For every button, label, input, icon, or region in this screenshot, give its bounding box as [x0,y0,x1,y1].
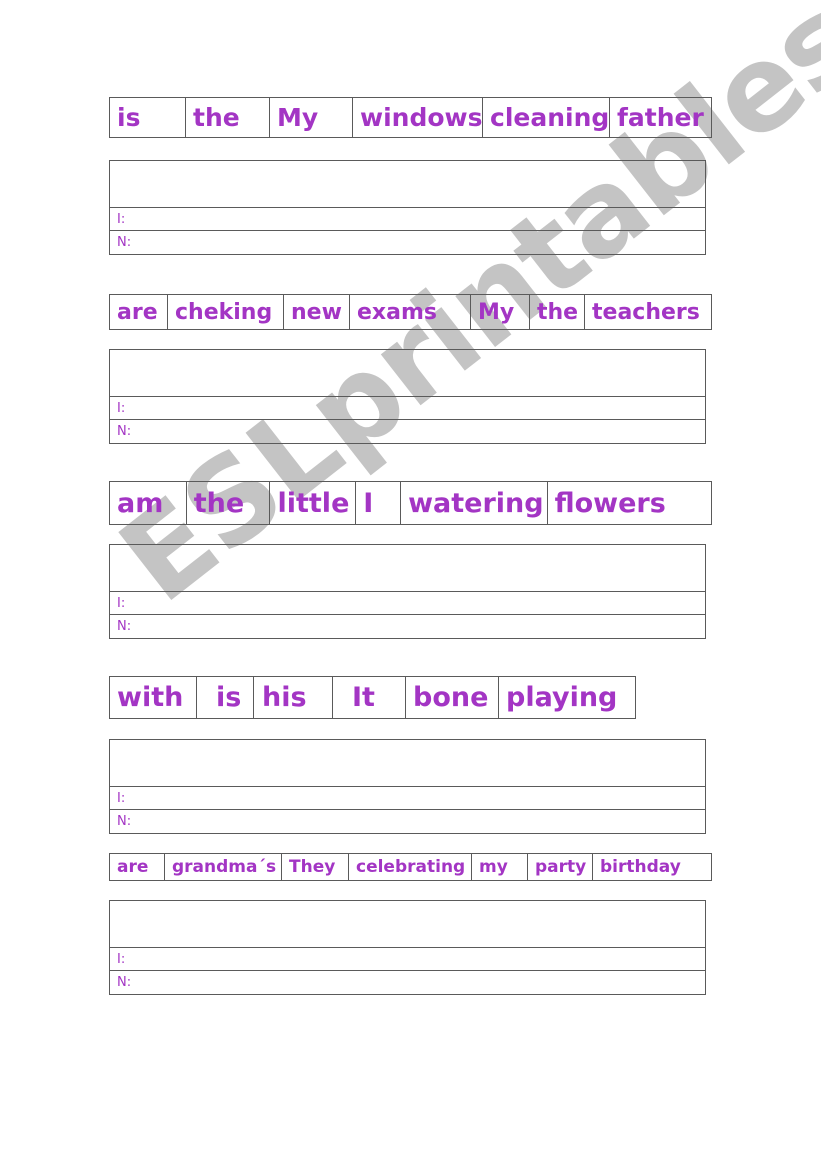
interrogative-label: I: [117,401,126,416]
word-tile: birthday [600,857,681,877]
word-tile: windows [353,98,483,137]
word-tile: am [110,482,187,524]
word-scramble-row-3: am the little I watering flowers [109,481,712,525]
word-tile: celebrating [349,854,472,880]
negative-label: N: [117,975,132,990]
sentence-answer-field[interactable] [110,545,705,592]
answer-box-3: I: N: [109,544,706,639]
word-tile: My [270,98,353,137]
word-tile: are [110,854,165,880]
word-tile: new [284,295,350,329]
word-tile: are [110,295,168,329]
word-tile: his [254,677,333,718]
word-tile: They [282,854,349,880]
word-tile: playing [506,682,618,713]
negative-field[interactable]: N: [110,420,705,443]
negative-label: N: [117,424,132,439]
interrogative-field[interactable]: I: [110,948,705,971]
word-tile: the [530,295,585,329]
word-tile: I [356,482,402,524]
word-tile: father [617,103,704,132]
negative-label: N: [117,235,132,250]
word-tile: is [110,98,186,137]
answer-box-1: I: N: [109,160,706,255]
negative-label: N: [117,619,132,634]
word-tile: with [110,677,197,718]
word-tile: watering [401,482,548,524]
word-tile: the [187,482,271,524]
negative-field[interactable]: N: [110,615,705,638]
answer-box-5: I: N: [109,900,706,995]
word-tile: little [270,482,357,524]
sentence-answer-field[interactable] [110,740,705,787]
word-tile: cleaning [483,98,610,137]
word-scramble-row-1: is the My windows cleaning father [109,97,712,138]
interrogative-field[interactable]: I: [110,787,705,810]
word-tile: teachers [592,299,700,325]
negative-field[interactable]: N: [110,231,705,254]
word-tile: flowers [554,487,666,519]
word-tile: party [528,854,593,880]
word-tile: exams [350,295,471,329]
interrogative-label: I: [117,791,126,806]
word-tile: cheking [168,295,284,329]
interrogative-field[interactable]: I: [110,208,705,231]
interrogative-field[interactable]: I: [110,592,705,615]
word-tile: grandma´s [165,854,282,880]
worksheet-page: ESLprintables.com is the My windows clea… [0,0,821,1162]
sentence-answer-field[interactable] [110,161,705,208]
word-tile: my [472,854,528,880]
negative-field[interactable]: N: [110,971,705,994]
interrogative-label: I: [117,596,126,611]
negative-field[interactable]: N: [110,810,705,833]
sentence-answer-field[interactable] [110,350,705,397]
answer-box-2: I: N: [109,349,706,444]
word-tile: It [333,677,406,718]
answer-box-4: I: N: [109,739,706,834]
word-tile: the [186,98,270,137]
word-scramble-row-5: are grandma´s They celebrating my party … [109,853,712,881]
word-tile: bone [406,677,499,718]
word-tile: My [471,295,530,329]
word-scramble-row-4: with is his It bone playing [109,676,636,719]
word-tile: is [197,677,254,718]
word-scramble-row-2: are cheking new exams My the teachers [109,294,712,330]
sentence-answer-field[interactable] [110,901,705,948]
interrogative-label: I: [117,212,126,227]
negative-label: N: [117,814,132,829]
interrogative-label: I: [117,952,126,967]
interrogative-field[interactable]: I: [110,397,705,420]
